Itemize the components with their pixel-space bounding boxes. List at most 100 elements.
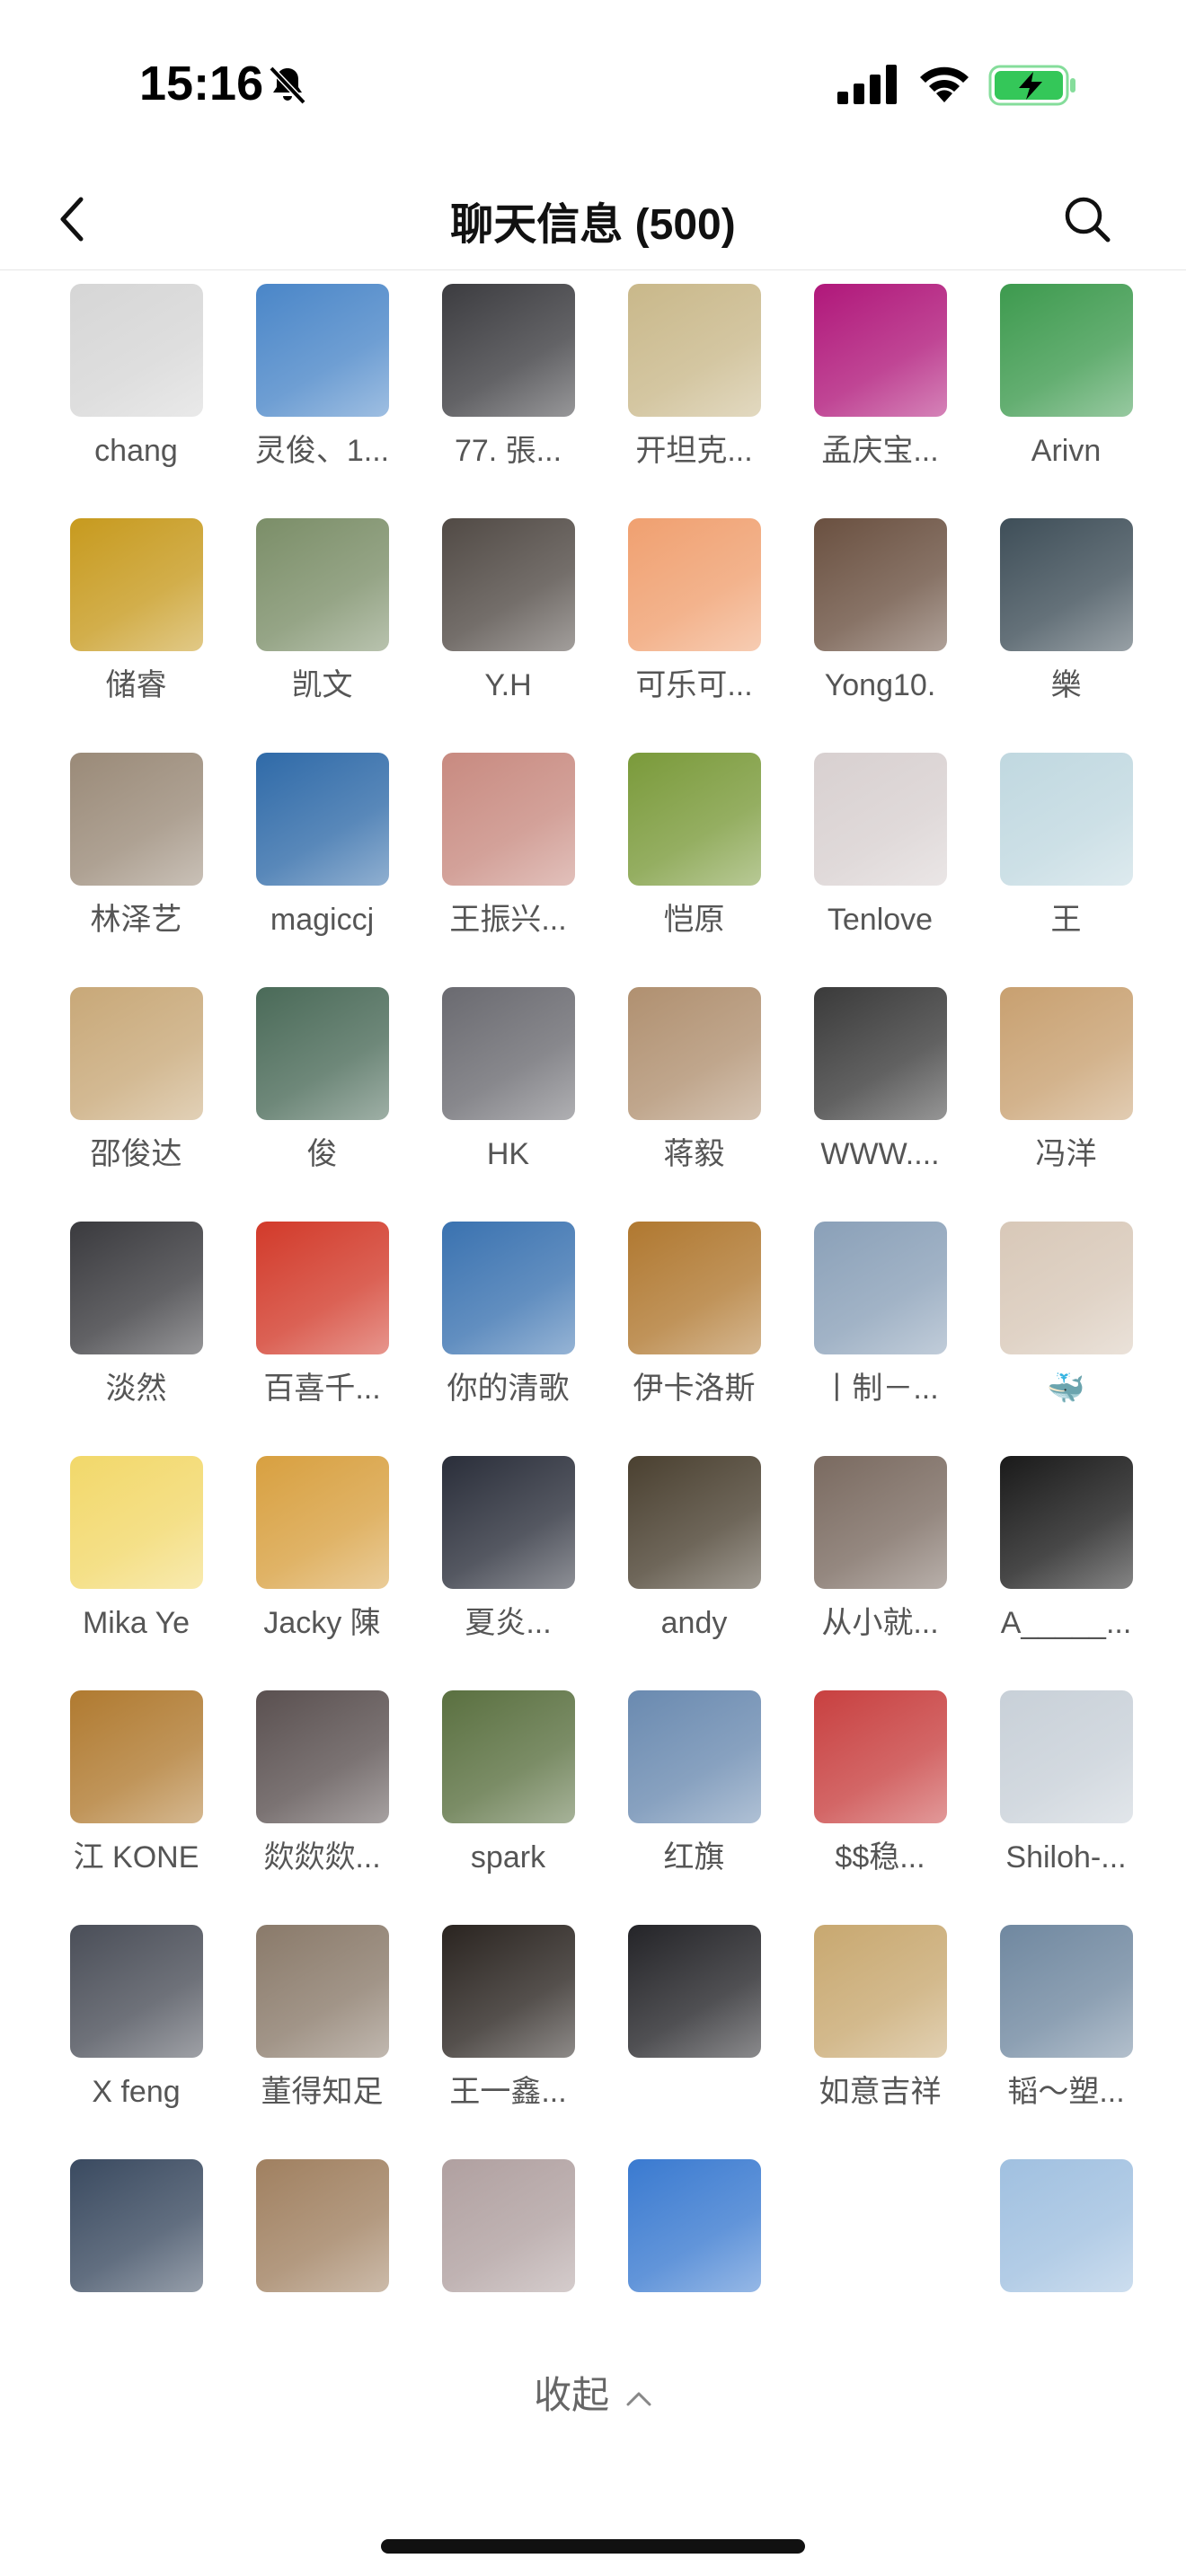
avatar[interactable] [441,2159,575,2292]
avatar[interactable] [441,518,575,651]
member-item[interactable]: Jin-Ca... [43,270,229,284]
member-item[interactable]: 欻欻欻... [229,1690,415,1925]
member-item[interactable]: 董得知足 [229,1925,415,2159]
avatar[interactable] [627,284,761,417]
avatar[interactable] [255,1690,389,1823]
avatar[interactable] [999,1456,1133,1589]
avatar[interactable] [999,1222,1133,1354]
member-item[interactable]: 夏炎... [415,1456,601,1690]
member-item[interactable]: Arivn [973,284,1159,518]
member-item[interactable]: A_____... [973,1456,1159,1690]
member-item[interactable]: . [415,270,601,284]
avatar[interactable] [255,1456,389,1589]
member-item[interactable]: HK [415,987,601,1222]
member-item[interactable]: 77. 張... [415,284,601,518]
member-item[interactable]: 🐳 [973,1222,1159,1456]
member-item[interactable]: Jacky 陳 [229,1456,415,1690]
avatar[interactable] [255,987,389,1120]
member-item[interactable]: chang... [973,270,1159,284]
member-item[interactable]: Yong10. [787,518,973,753]
member-item[interactable]: Shiloh-... [973,1690,1159,1925]
member-item[interactable]: Y.H [415,518,601,753]
member-item[interactable]: WWW.... [787,987,973,1222]
avatar[interactable] [999,284,1133,417]
avatar[interactable] [627,518,761,651]
avatar[interactable] [627,2159,761,2292]
avatar[interactable] [999,753,1133,886]
avatar[interactable] [69,753,203,886]
avatar[interactable] [999,1925,1133,2058]
member-item[interactable] [229,2159,415,2302]
member-item[interactable]: 凯文 [229,518,415,753]
member-item[interactable]: Tenlove [787,753,973,987]
avatar[interactable] [441,1690,575,1823]
avatar[interactable] [627,753,761,886]
member-item[interactable]: 王一鑫... [415,1925,601,2159]
avatar[interactable] [627,1690,761,1823]
avatar[interactable] [999,1690,1133,1823]
avatar[interactable] [441,1925,575,2058]
member-item[interactable]: spark [415,1690,601,1925]
member-item[interactable]: 恺原 [601,753,787,987]
avatar[interactable] [813,1925,947,2058]
member-item[interactable] [43,2159,229,2302]
avatar[interactable] [999,518,1133,651]
member-item[interactable]: 开坦克... [601,284,787,518]
avatar[interactable] [627,1222,761,1354]
avatar[interactable] [255,518,389,651]
avatar[interactable] [255,1222,389,1354]
member-item[interactable] [787,2159,973,2302]
member-item[interactable]: 韬～塑... [973,1925,1159,2159]
member-item[interactable]: 丨制－... [787,1222,973,1456]
member-item[interactable]: 许日东... [787,270,973,284]
avatar[interactable] [69,1690,203,1823]
member-item[interactable]: 你的清歌 [415,1222,601,1456]
member-item[interactable]: 储睿 [43,518,229,753]
avatar[interactable] [255,284,389,417]
avatar[interactable] [813,284,947,417]
avatar[interactable] [69,284,203,417]
avatar[interactable] [69,1222,203,1354]
avatar[interactable] [69,987,203,1120]
member-item[interactable]: 孟庆宝... [787,284,973,518]
avatar[interactable] [627,1456,761,1589]
avatar[interactable] [255,1925,389,2058]
member-item[interactable]: 红旗 [601,1690,787,1925]
member-item[interactable]: 蒋毅 [601,987,787,1222]
member-item[interactable]: 淡然 [43,1222,229,1456]
avatar[interactable] [999,987,1133,1120]
avatar[interactable] [814,2159,947,2292]
avatar[interactable] [813,987,947,1120]
member-grid[interactable]: Jin-Ca...Shen..K-ONE许日东...chang... chang 灵… [0,270,1186,2302]
member-item[interactable]: 如意吉祥 [787,1925,973,2159]
avatar[interactable] [69,1925,203,2058]
member-item[interactable] [601,2159,787,2302]
avatar[interactable] [813,753,947,886]
member-item[interactable]: 江 KONE [43,1690,229,1925]
member-item[interactable]: Shen. [229,270,415,284]
member-item[interactable]: 樂 [973,518,1159,753]
collapse-button[interactable]: 收起 [0,2365,1186,2420]
member-item[interactable]: Mika Ye [43,1456,229,1690]
member-item[interactable]: magiccj [229,753,415,987]
member-item[interactable]: chang [43,284,229,518]
avatar[interactable] [69,1456,203,1589]
avatar[interactable] [813,518,947,651]
member-item[interactable]: 王振兴... [415,753,601,987]
member-item[interactable]: andy [601,1456,787,1690]
avatar[interactable] [255,753,389,886]
avatar[interactable] [813,1222,947,1354]
avatar[interactable] [813,1690,947,1823]
avatar[interactable] [813,1456,947,1589]
member-item[interactable]: 灵俊、1... [229,284,415,518]
member-item[interactable]: 可乐可... [601,518,787,753]
avatar[interactable] [627,1925,761,2058]
avatar[interactable] [441,1456,575,1589]
member-item[interactable]: 林泽艺 [43,753,229,987]
avatar[interactable] [441,1222,575,1354]
search-button[interactable] [1051,183,1123,255]
member-item[interactable]: 冯洋 [973,987,1159,1222]
avatar[interactable] [627,987,761,1120]
member-item[interactable]: 伊卡洛斯 [601,1222,787,1456]
avatar[interactable] [69,2159,203,2292]
